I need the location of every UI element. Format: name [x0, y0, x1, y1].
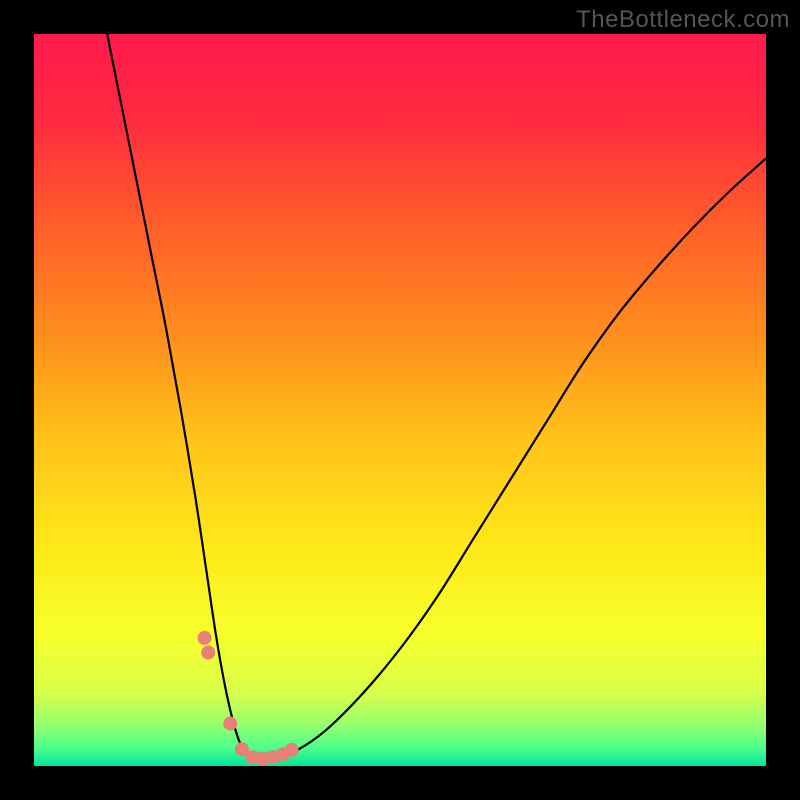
chart-canvas: [0, 0, 800, 800]
watermark-text: TheBottleneck.com: [576, 6, 790, 34]
plot-background: [34, 34, 766, 766]
highlight-marker: [285, 743, 299, 757]
highlight-marker: [198, 631, 212, 645]
chart-frame: TheBottleneck.com: [0, 0, 800, 800]
highlight-marker: [223, 717, 237, 731]
highlight-marker: [201, 646, 215, 660]
